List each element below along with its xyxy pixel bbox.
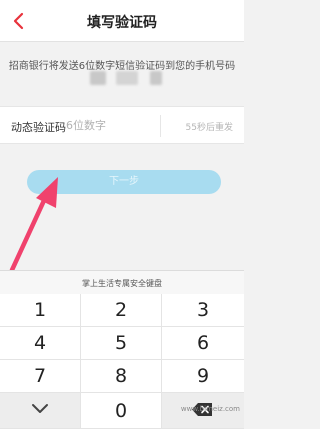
verification-code-input[interactable]: [66, 113, 154, 137]
header-bar: 填写验证码: [0, 0, 244, 42]
hide-keyboard-key[interactable]: [0, 393, 81, 429]
masked-phone-number: [150, 71, 162, 85]
keyboard-title-bar: 掌上生活专属安全键盘: [0, 270, 244, 294]
key-6[interactable]: 6: [162, 327, 244, 360]
verification-code-row: 动态验证码 55秒后重发: [0, 106, 244, 144]
masked-phone-number: [116, 71, 138, 85]
key-5[interactable]: 5: [81, 327, 162, 360]
key-0[interactable]: 0: [81, 393, 162, 429]
pointer-arrow-icon: [9, 177, 58, 273]
watermark: www.bimeiz.com: [180, 405, 240, 413]
delete-key[interactable]: www.bimeiz.com: [162, 393, 244, 429]
keyboard-title: 掌上生活专属安全键盘: [82, 279, 162, 288]
key-7[interactable]: 7: [0, 360, 81, 393]
key-3[interactable]: 3: [162, 294, 244, 327]
divider: [160, 115, 161, 137]
resend-countdown: 55秒后重发: [185, 123, 233, 133]
input-label: 动态验证码: [11, 121, 66, 134]
key-2[interactable]: 2: [81, 294, 162, 327]
page-title: 填写验证码: [87, 15, 157, 31]
chevron-down-icon: [32, 404, 48, 413]
key-8[interactable]: 8: [81, 360, 162, 393]
secure-keyboard: 1 2 3 4 5 6 7 8 9 0 www.bimeiz.com: [0, 294, 244, 429]
key-1[interactable]: 1: [0, 294, 81, 327]
key-9[interactable]: 9: [162, 360, 244, 393]
masked-phone-number: [90, 71, 106, 85]
key-4[interactable]: 4: [0, 327, 81, 360]
notice-text: 招商银行将发送6位数字短信验证码到您的手机号码: [8, 61, 236, 72]
